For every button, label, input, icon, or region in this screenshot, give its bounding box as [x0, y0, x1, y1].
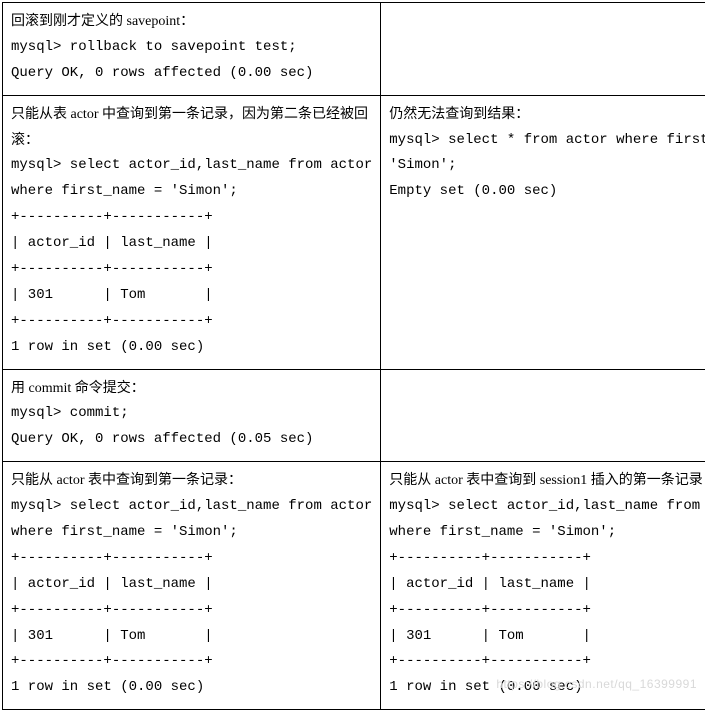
cell-description: 回滚到刚才定义的 savepoint： [11, 9, 372, 35]
code-line: mysql> select actor_id,last_name from ac… [11, 494, 372, 520]
code-line: +----------+-----------+ [389, 598, 705, 624]
code-line: mysql> select * from actor where first_n… [389, 128, 705, 154]
code-line: 1 row in set (0.00 sec) [389, 675, 705, 701]
code-line: mysql> commit; [11, 401, 372, 427]
left-cell: 回滚到刚才定义的 savepoint：mysql> rollback to sa… [3, 3, 381, 96]
code-line: +----------+-----------+ [11, 649, 372, 675]
code-line: Query OK, 0 rows affected (0.05 sec) [11, 427, 372, 453]
table-body: 回滚到刚才定义的 savepoint：mysql> rollback to sa… [3, 3, 705, 710]
right-cell [381, 3, 705, 96]
code-line: | 301 | Tom | [389, 624, 705, 650]
code-line: 1 row in set (0.00 sec) [11, 675, 372, 701]
table-row: 回滚到刚才定义的 savepoint：mysql> rollback to sa… [3, 3, 705, 96]
code-line: | actor_id | last_name | [11, 231, 372, 257]
left-cell: 用 commit 命令提交：mysql> commit;Query OK, 0 … [3, 369, 381, 462]
sql-session-table: 回滚到刚才定义的 savepoint：mysql> rollback to sa… [2, 2, 705, 710]
code-line: +----------+-----------+ [389, 546, 705, 572]
table-row: 只能从 actor 表中查询到第一条记录：mysql> select actor… [3, 462, 705, 710]
right-cell: 仍然无法查询到结果：mysql> select * from actor whe… [381, 95, 705, 369]
cell-description: 仍然无法查询到结果： [389, 102, 705, 128]
table-row: 只能从表 actor 中查询到第一条记录，因为第二条已经被回滚：mysql> s… [3, 95, 705, 369]
code-line: where first_name = 'Simon'; [11, 520, 372, 546]
code-line: mysql> select actor_id,last_name from ac… [11, 153, 372, 179]
page-container: 回滚到刚才定义的 savepoint：mysql> rollback to sa… [0, 2, 705, 697]
left-cell: 只能从 actor 表中查询到第一条记录：mysql> select actor… [3, 462, 381, 710]
code-line: mysql> rollback to savepoint test; [11, 35, 372, 61]
code-line: +----------+-----------+ [11, 205, 372, 231]
right-cell [381, 369, 705, 462]
code-line: +----------+-----------+ [389, 649, 705, 675]
cell-description: 只能从 actor 表中查询到第一条记录： [11, 468, 372, 494]
code-line: Query OK, 0 rows affected (0.00 sec) [11, 61, 372, 87]
code-line: 1 row in set (0.00 sec) [11, 335, 372, 361]
code-line: | actor_id | last_name | [11, 572, 372, 598]
right-cell: 只能从 actor 表中查询到 session1 插入的第一条记录：mysql>… [381, 462, 705, 710]
code-line: where first_name = 'Simon'; [389, 520, 705, 546]
code-line: | actor_id | last_name | [389, 572, 705, 598]
table-row: 用 commit 命令提交：mysql> commit;Query OK, 0 … [3, 369, 705, 462]
cell-description: 用 commit 命令提交： [11, 376, 372, 402]
code-line: +----------+-----------+ [11, 598, 372, 624]
code-line: | 301 | Tom | [11, 283, 372, 309]
cell-description: 只能从 actor 表中查询到 session1 插入的第一条记录： [389, 468, 705, 494]
left-cell: 只能从表 actor 中查询到第一条记录，因为第二条已经被回滚：mysql> s… [3, 95, 381, 369]
code-line: where first_name = 'Simon'; [11, 179, 372, 205]
code-line: +----------+-----------+ [11, 309, 372, 335]
code-line: +----------+-----------+ [11, 546, 372, 572]
cell-description: 只能从表 actor 中查询到第一条记录，因为第二条已经被回滚： [11, 102, 372, 154]
code-line: Empty set (0.00 sec) [389, 179, 705, 205]
code-line: +----------+-----------+ [11, 257, 372, 283]
code-line: | 301 | Tom | [11, 624, 372, 650]
code-line: mysql> select actor_id,last_name from ac… [389, 494, 705, 520]
code-line: 'Simon'; [389, 153, 705, 179]
